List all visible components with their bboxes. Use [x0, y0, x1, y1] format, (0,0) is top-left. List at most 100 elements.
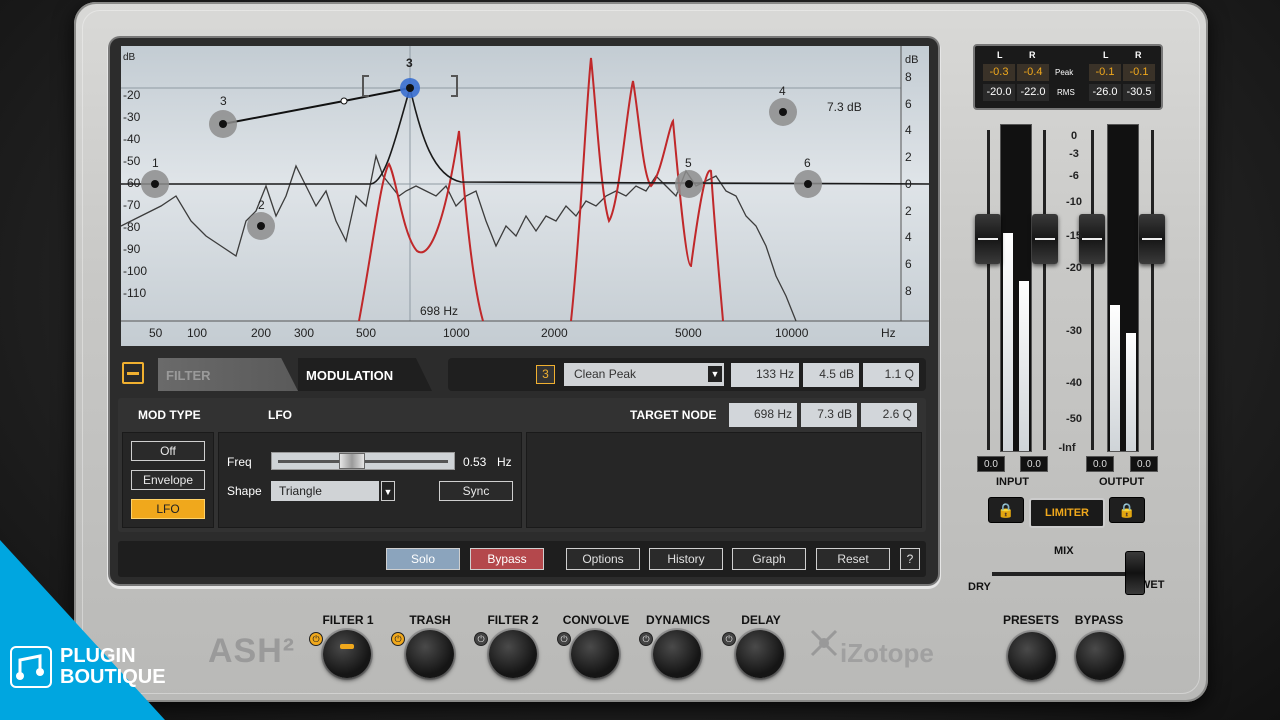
filter1-module-button[interactable]: [323, 630, 371, 678]
solo-button[interactable]: Solo: [386, 548, 460, 570]
lock-icon: 🔒: [997, 502, 1015, 518]
bottom-bar: Solo Bypass Options History Graph Reset …: [118, 541, 926, 577]
izotope-logo-icon: [806, 625, 842, 661]
reset-button[interactable]: Reset: [816, 548, 890, 570]
lfo-controls: Freq 0.53 Hz Shape Triangle ▼ Sync: [218, 432, 522, 528]
presets-button[interactable]: [1008, 632, 1056, 680]
input-link-button[interactable]: 🔒: [988, 497, 1024, 523]
module-label: FILTER 1: [322, 613, 374, 627]
db-left-tick: -100: [123, 264, 148, 278]
node-gain-field[interactable]: 4.5 dB: [803, 363, 859, 387]
node-q-field[interactable]: 1.1 Q: [863, 363, 919, 387]
collapse-toggle[interactable]: [122, 362, 144, 384]
convolve-power-icon[interactable]: ⏻: [557, 632, 571, 646]
db-right-tick: 4: [905, 123, 912, 137]
scale-tick: -30: [1066, 325, 1082, 337]
db-right-tick: 2: [905, 204, 912, 218]
input-peak-l: -0.3: [983, 64, 1015, 81]
sync-button[interactable]: Sync: [439, 481, 513, 501]
target-freq-field[interactable]: 698 Hz: [729, 403, 797, 427]
freq-slider-thumb[interactable]: [339, 453, 365, 469]
eq-graph-svg[interactable]: [121, 46, 929, 346]
output-peak-l: -0.1: [1089, 64, 1121, 81]
target-gain-field[interactable]: 7.3 dB: [801, 403, 857, 427]
db-right-unit: dB: [905, 54, 919, 66]
limiter-button[interactable]: LIMITER: [1029, 498, 1105, 528]
target-q-field[interactable]: 2.6 Q: [861, 403, 917, 427]
db-right-tick: 6: [905, 257, 912, 271]
product-logo: ASH²: [208, 632, 296, 670]
bypass-button[interactable]: Bypass: [470, 548, 544, 570]
trash-module-button[interactable]: [406, 630, 454, 678]
db-left-tick: -60: [123, 176, 141, 190]
node-label: 3: [406, 56, 413, 70]
freq-tick: 300: [294, 326, 315, 340]
node-label: 5: [685, 156, 692, 170]
tab-row: FILTER MODULATION 3 Clean Peak ▼ 133 Hz …: [118, 356, 928, 392]
freq-tick: 5000: [675, 326, 702, 340]
peak-rms-display: L R L R -0.3 -0.4 Peak -0.1 -0.1 -20.0 -…: [973, 44, 1163, 110]
filter-nodes[interactable]: [141, 78, 822, 240]
company-logo: iZotope: [840, 638, 934, 668]
node-number[interactable]: 3: [536, 365, 555, 384]
filter-type-value: Clean Peak: [574, 367, 637, 381]
input-l-value: 0.0: [977, 456, 1005, 472]
shape-dropdown[interactable]: Triangle: [271, 481, 379, 501]
filter-type-dropdown[interactable]: Clean Peak ▼: [564, 363, 724, 386]
shape-value: Triangle: [279, 484, 322, 498]
freq-tick: 200: [251, 326, 272, 340]
delay-module-button[interactable]: [736, 630, 784, 678]
input-r-header: R: [1029, 50, 1036, 60]
output-meter-bar-l: [1110, 305, 1120, 451]
output-fader-track-l: [1091, 130, 1094, 450]
db-left-tick: -80: [123, 220, 141, 234]
db-left-tick: -70: [123, 198, 141, 212]
plugin-boutique-logo-icon: [10, 646, 52, 688]
eq-graph[interactable]: dB dB -20 -30 -40 -50 -60 -70 -80 -90 -1…: [121, 46, 929, 346]
filter2-power-icon[interactable]: ⏻: [474, 632, 488, 646]
scale-tick: -Inf: [1058, 442, 1076, 454]
help-button[interactable]: ?: [900, 548, 920, 570]
input-fader-r[interactable]: [1032, 214, 1058, 264]
freq-slider[interactable]: [271, 452, 455, 470]
input-fader-l[interactable]: [975, 214, 1001, 264]
dynamics-power-icon[interactable]: ⏻: [639, 632, 653, 646]
mix-slider-thumb[interactable]: [1125, 551, 1145, 595]
delay-power-icon[interactable]: ⏻: [722, 632, 736, 646]
watermark-line2: BOUTIQUE: [60, 666, 166, 688]
output-link-button[interactable]: 🔒: [1109, 497, 1145, 523]
graph-button[interactable]: Graph: [732, 548, 806, 570]
db-left-tick: -40: [123, 132, 141, 146]
output-rms-r: -30.5: [1123, 84, 1155, 101]
filter2-module-button[interactable]: [489, 630, 537, 678]
dynamics-module-button[interactable]: [653, 630, 701, 678]
filter1-power-icon[interactable]: ⏻: [309, 632, 323, 646]
module-label: TRASH: [409, 613, 451, 627]
mod-type-lfo-button[interactable]: LFO: [131, 499, 205, 519]
mod-type-envelope-button[interactable]: Envelope: [131, 470, 205, 490]
watermark-text: PLUGIN BOUTIQUE: [60, 646, 166, 688]
peak-label: Peak: [1055, 68, 1074, 77]
rms-label: RMS: [1057, 88, 1075, 97]
shape-dropdown-arrow-icon[interactable]: ▼: [381, 481, 395, 501]
options-button[interactable]: Options: [566, 548, 640, 570]
node-freq-field[interactable]: 133 Hz: [731, 363, 799, 387]
mix-slider[interactable]: [992, 572, 1138, 576]
convolve-module-button[interactable]: [571, 630, 619, 678]
minus-icon: [127, 372, 139, 375]
node-label: 6: [804, 156, 811, 170]
mod-type-heading: MOD TYPE: [138, 408, 201, 422]
active-indicator: [340, 644, 354, 649]
output-fader-r[interactable]: [1139, 214, 1165, 264]
input-meter-bar-r: [1019, 281, 1029, 451]
mod-display-area: [526, 432, 922, 528]
trash-power-icon[interactable]: ⏻: [391, 632, 405, 646]
lock-icon: 🔒: [1118, 502, 1136, 518]
scale-tick: -6: [1069, 170, 1079, 182]
cursor-freq-readout: 698 Hz: [420, 304, 459, 318]
history-button[interactable]: History: [649, 548, 723, 570]
tab-modulation[interactable]: MODULATION: [298, 358, 432, 391]
global-bypass-button[interactable]: [1076, 632, 1124, 680]
mod-type-off-button[interactable]: Off: [131, 441, 205, 461]
tab-filter[interactable]: FILTER: [158, 358, 298, 391]
